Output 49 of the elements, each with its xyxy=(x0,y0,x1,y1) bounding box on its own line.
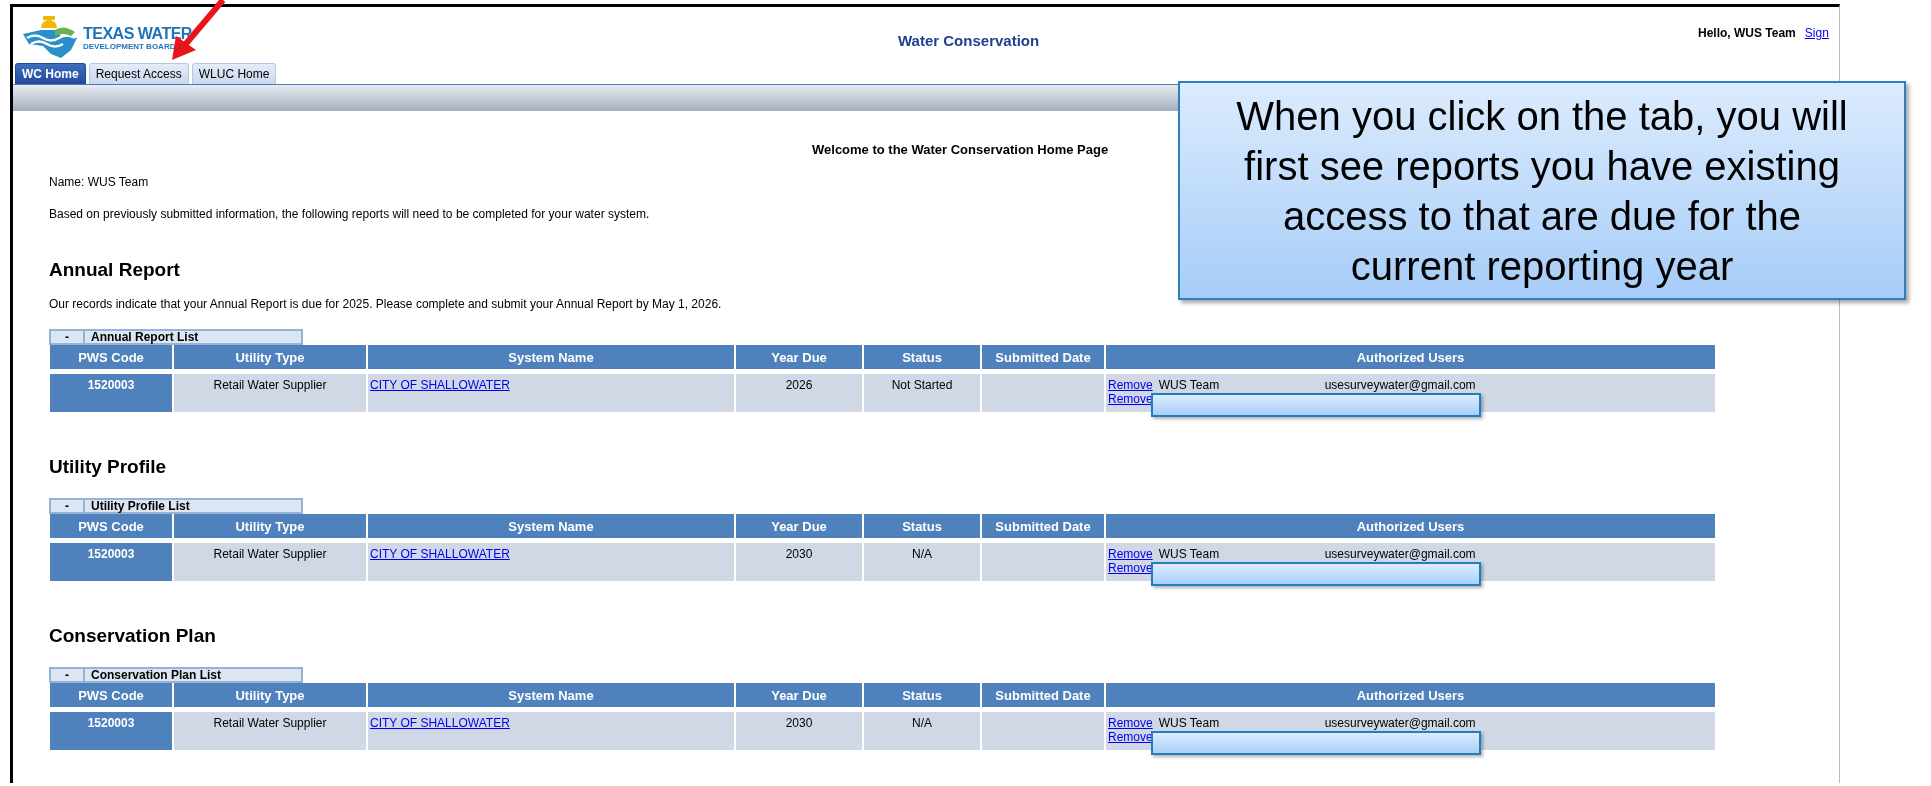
user-email: usesurveywater@gmail.com xyxy=(1324,716,1476,730)
remove-link[interactable]: Remove xyxy=(1108,392,1153,406)
table-cell: Retail Water Supplier xyxy=(174,543,366,581)
list-title: Utility Profile List xyxy=(91,499,190,513)
user-email: usesurveywater@gmail.com xyxy=(1324,378,1476,392)
section-heading: Utility Profile xyxy=(49,456,167,479)
table-cell: 2030 xyxy=(736,712,862,750)
table-cell: 2026 xyxy=(736,374,862,412)
tab[interactable]: WLUC Home xyxy=(191,63,277,84)
list-title: Annual Report List xyxy=(91,330,199,344)
remove-link[interactable]: Remove xyxy=(1108,561,1153,575)
list-title: Conservation Plan List xyxy=(91,668,222,682)
collapse-toggle[interactable]: - xyxy=(51,331,85,343)
table-cell: N/A xyxy=(864,543,980,581)
table-cell: 1520003 xyxy=(50,543,172,581)
section-heading: Annual Report xyxy=(49,259,180,282)
table-cell: 1520003 xyxy=(50,374,172,412)
system-name-link[interactable]: CITY OF SHALLOWATER xyxy=(370,547,510,561)
user-name: WUS Team xyxy=(1158,716,1221,730)
name-text: Name: WUS Team xyxy=(49,175,149,189)
tab[interactable]: Request Access xyxy=(88,63,189,84)
collapse-toggle[interactable]: - xyxy=(51,500,85,512)
due-note: Our records indicate that your Annual Report is due for 2025. Please complete and submit your Annual Report by May 1, 2026. xyxy=(49,297,722,311)
sign-out-link[interactable]: Sign xyxy=(1804,26,1829,40)
user-name: WUS Team xyxy=(1158,547,1221,561)
system-name-link[interactable]: CITY OF SHALLOWATER xyxy=(370,378,510,392)
callout-box: When you click on the tab, you will first see reports you have existing access to that are due for the current reporting year xyxy=(1178,81,1906,300)
remove-link[interactable]: Remove xyxy=(1108,730,1153,744)
table-cell: Retail Water Supplier xyxy=(174,712,366,750)
tab[interactable]: WC Home xyxy=(15,63,86,84)
table-cell: N/A xyxy=(864,712,980,750)
app-title: Water Conservation xyxy=(898,32,1040,49)
table-cell: 2030 xyxy=(736,543,862,581)
table-cell: Not Started xyxy=(864,374,980,412)
system-name-link[interactable]: CITY OF SHALLOWATER xyxy=(370,716,510,730)
section-heading: Conservation Plan xyxy=(49,625,216,648)
remove-link[interactable]: Remove xyxy=(1108,547,1153,561)
greeting: Hello, WUS Team xyxy=(1698,26,1796,40)
remove-link[interactable]: Remove xyxy=(1108,378,1153,392)
intro-text: Based on previously submitted information, the following reports will need to be completed for your water system. xyxy=(49,207,650,221)
user-email: usesurveywater@gmail.com xyxy=(1324,547,1476,561)
user-name: WUS Team xyxy=(1158,378,1221,392)
table-cell: 1520003 xyxy=(50,712,172,750)
logo-title: TEXAS WATER xyxy=(83,25,192,42)
welcome-title: Welcome to the Water Conservation Home Page xyxy=(812,142,1109,157)
remove-link[interactable]: Remove xyxy=(1108,716,1153,730)
table-cell: Retail Water Supplier xyxy=(174,374,366,412)
collapse-toggle[interactable]: - xyxy=(51,669,85,681)
logo-subtitle: DEVELOPMENT BOARD xyxy=(83,41,177,51)
